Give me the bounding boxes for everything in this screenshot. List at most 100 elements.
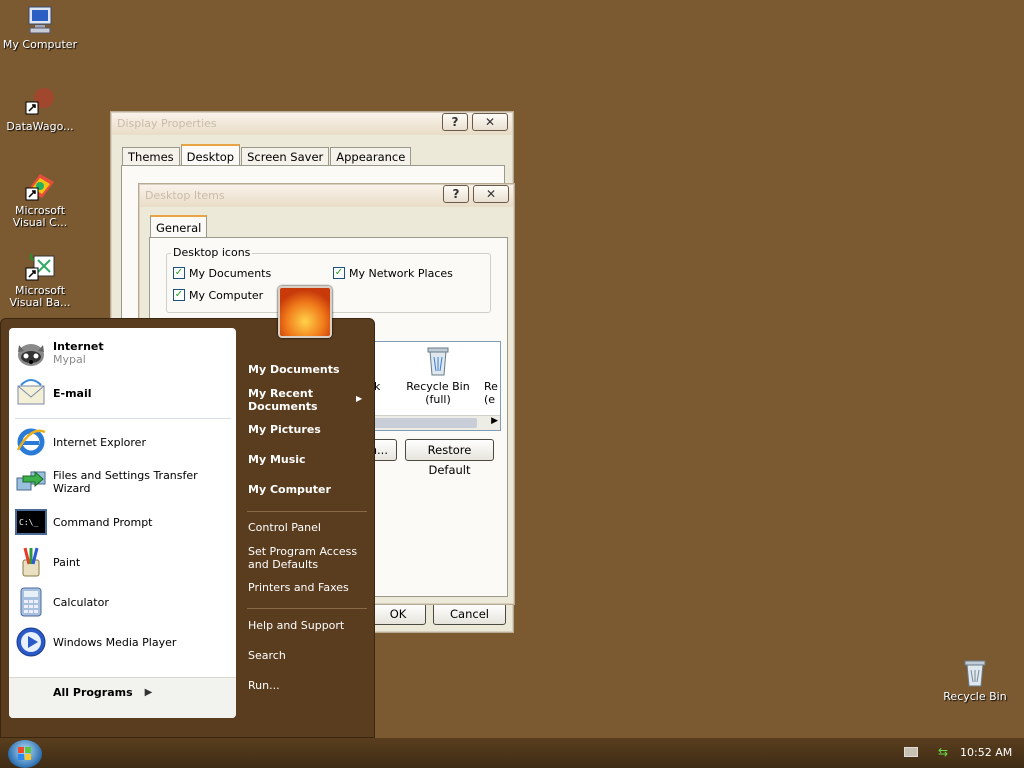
place-label-line2: and Defaults bbox=[248, 558, 319, 571]
places-separator bbox=[247, 608, 367, 609]
start-menu-separator bbox=[15, 418, 231, 419]
windows-logo-icon bbox=[18, 747, 31, 760]
help-button[interactable]: ? bbox=[443, 185, 469, 203]
svg-text:C:\_: C:\_ bbox=[19, 518, 38, 527]
place-control-panel[interactable]: Control Panel bbox=[248, 521, 321, 534]
desktop-items-tabs: General bbox=[150, 215, 208, 237]
cancel-button[interactable]: Cancel bbox=[433, 603, 506, 625]
program-transfer-wizard[interactable]: Files and Settings Transfer Wizard bbox=[15, 464, 235, 500]
checkbox-label: My Computer bbox=[189, 289, 264, 302]
display-properties-titlebar[interactable]: Display Properties ? ✕ bbox=[112, 113, 512, 135]
program-windows-media-player[interactable]: Windows Media Player bbox=[15, 624, 235, 660]
places-separator bbox=[247, 511, 367, 512]
place-my-documents[interactable]: My Documents bbox=[248, 363, 340, 376]
desktop-icon-datawagon[interactable]: DataWago... bbox=[0, 86, 80, 133]
place-help-support[interactable]: Help and Support bbox=[248, 619, 344, 632]
icon-list-label-line1: Re bbox=[484, 380, 498, 393]
restore-default-button[interactable]: Restore Default bbox=[405, 439, 494, 477]
computer-icon bbox=[24, 4, 56, 36]
keyboard-icon[interactable] bbox=[904, 747, 918, 757]
checkbox-label: My Network Places bbox=[349, 267, 453, 280]
start-button[interactable] bbox=[8, 740, 42, 768]
place-set-program-access[interactable]: Set Program Access and Defaults bbox=[248, 545, 357, 571]
program-label: Internet Explorer bbox=[53, 435, 146, 449]
desktop-items-titlebar[interactable]: Desktop Items ? ✕ bbox=[140, 185, 513, 207]
icon-list-label-line2: (e bbox=[484, 393, 496, 406]
tab-appearance[interactable]: Appearance bbox=[330, 147, 412, 166]
program-paint[interactable]: Paint bbox=[15, 544, 235, 580]
place-my-recent-documents[interactable]: My Recent Documents ▶ bbox=[248, 387, 368, 413]
icon-list-item-recycle-bin-full[interactable]: Recycle Bin (full) bbox=[405, 345, 471, 406]
ok-button[interactable]: OK bbox=[370, 603, 426, 625]
pinned-internet[interactable]: Internet Mypal bbox=[15, 335, 235, 371]
pinned-subtitle: Mypal bbox=[53, 353, 86, 366]
checkbox-box[interactable]: ✓ bbox=[173, 289, 185, 301]
pinned-title: Internet bbox=[53, 340, 104, 353]
desktop-icon-my-computer[interactable]: My Computer bbox=[0, 4, 80, 51]
recycle-bin-full-icon bbox=[427, 347, 449, 376]
desktop-icon-label-line2: Visual C... bbox=[12, 216, 68, 229]
command-prompt-icon: C:\_ bbox=[15, 506, 47, 538]
desktop-icon-label: DataWago... bbox=[6, 120, 74, 133]
raccoon-icon bbox=[15, 337, 47, 369]
display-tabs: Themes Desktop Screen Saver Appearance bbox=[122, 144, 412, 166]
program-label: Files and Settings Transfer Wizard bbox=[53, 469, 198, 495]
icon-list-item-recycle-bin-empty[interactable]: Re (e bbox=[484, 380, 498, 406]
place-label-line1: My Recent bbox=[248, 387, 313, 400]
place-my-music[interactable]: My Music bbox=[248, 453, 306, 466]
tab-themes[interactable]: Themes bbox=[122, 147, 180, 166]
start-menu-places: My Documents My Recent Documents ▶ My Pi… bbox=[239, 319, 375, 737]
internet-explorer-icon bbox=[15, 426, 47, 458]
checkbox-my-documents[interactable]: ✓ My Documents bbox=[173, 267, 271, 280]
datawagon-icon bbox=[24, 86, 56, 118]
checkbox-box[interactable]: ✓ bbox=[333, 267, 345, 279]
place-label-line2: Documents bbox=[248, 400, 318, 413]
group-label: Desktop icons bbox=[171, 246, 253, 259]
network-icon[interactable]: ⇆ bbox=[938, 745, 952, 759]
desktop-icon-label-line2: Visual Ba... bbox=[9, 296, 71, 309]
tab-general[interactable]: General bbox=[150, 215, 208, 237]
desktop-icon-recycle-bin[interactable]: Recycle Bin bbox=[935, 656, 1015, 703]
desktop-icon-label: My Computer bbox=[2, 38, 78, 51]
all-programs-label: All Programs bbox=[53, 686, 133, 699]
place-my-pictures[interactable]: My Pictures bbox=[248, 423, 321, 436]
desktop-icon-visual-c[interactable]: Microsoft Visual C... bbox=[0, 170, 80, 229]
place-my-computer[interactable]: My Computer bbox=[248, 483, 331, 496]
program-label: Calculator bbox=[53, 595, 109, 609]
place-run[interactable]: Run... bbox=[248, 679, 280, 692]
checkbox-label: My Documents bbox=[189, 267, 272, 280]
tab-desktop[interactable]: Desktop bbox=[180, 144, 241, 166]
media-player-icon bbox=[15, 626, 47, 658]
start-menu: Internet Mypal E-mail Internet Explorer … bbox=[0, 286, 375, 738]
tab-screen-saver[interactable]: Screen Saver bbox=[241, 147, 330, 166]
email-icon bbox=[15, 377, 47, 409]
program-label: Paint bbox=[53, 555, 81, 569]
checkbox-box[interactable]: ✓ bbox=[173, 267, 185, 279]
close-button[interactable]: ✕ bbox=[473, 185, 509, 203]
program-label: Windows Media Player bbox=[53, 635, 177, 649]
desktop-icon-visual-basic[interactable]: Microsoft Visual Ba... bbox=[0, 250, 80, 309]
visual-cpp-icon bbox=[24, 170, 56, 202]
icon-list-label-line1: Recycle Bin bbox=[406, 380, 470, 393]
scroll-right-icon[interactable]: ▶ bbox=[491, 416, 498, 426]
checkbox-my-computer[interactable]: ✓ My Computer bbox=[173, 289, 263, 302]
arrow-right-icon: ▶ bbox=[144, 687, 153, 698]
program-label: Command Prompt bbox=[53, 515, 153, 529]
program-calculator[interactable]: Calculator bbox=[15, 584, 235, 620]
place-search[interactable]: Search bbox=[248, 649, 286, 662]
help-button[interactable]: ? bbox=[442, 113, 468, 131]
program-command-prompt[interactable]: C:\_ Command Prompt bbox=[15, 504, 235, 540]
place-label-line1: Set Program Access bbox=[248, 545, 358, 558]
start-menu-programs: Internet Mypal E-mail Internet Explorer … bbox=[9, 328, 236, 718]
all-programs-button[interactable]: All Programs ▶ bbox=[53, 686, 152, 699]
paint-icon bbox=[15, 546, 47, 578]
close-button[interactable]: ✕ bbox=[472, 113, 508, 131]
clock[interactable]: 10:52 AM bbox=[960, 746, 1012, 759]
checkbox-my-network-places[interactable]: ✓ My Network Places bbox=[333, 267, 453, 280]
taskbar: ⇆ 10:52 AM bbox=[0, 738, 1024, 768]
submenu-arrow-icon: ▶ bbox=[356, 394, 363, 403]
pinned-email[interactable]: E-mail bbox=[15, 375, 235, 411]
place-printers-faxes[interactable]: Printers and Faxes bbox=[248, 581, 349, 594]
scrollbar-thumb[interactable] bbox=[367, 418, 477, 428]
program-internet-explorer[interactable]: Internet Explorer bbox=[15, 424, 235, 460]
